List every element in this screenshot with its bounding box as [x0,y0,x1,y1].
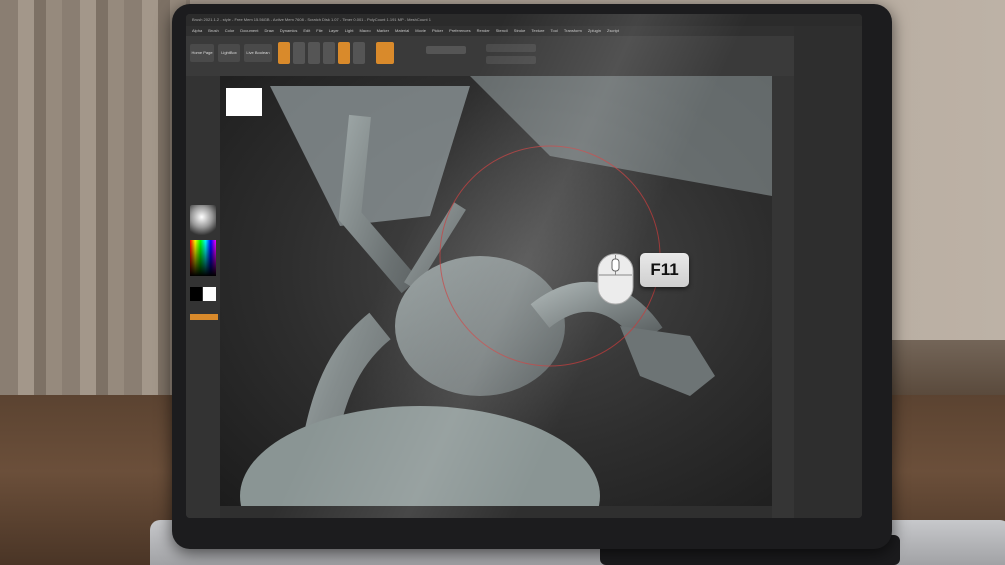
menu-item-preferences[interactable]: Preferences [449,26,471,36]
menu-item-alpha[interactable]: Alpha [192,26,202,36]
menu-item-light[interactable]: Light [345,26,354,36]
menu-item-picker[interactable]: Picker [432,26,443,36]
menu-item-material[interactable]: Material [395,26,409,36]
laptop-screen: Brush 2021.1.2 - style - Free Mem 15.56G… [186,14,862,518]
rgb-intensity-slider[interactable] [426,46,466,54]
primary-color-swatch[interactable] [190,287,202,301]
rock-base [240,406,600,506]
menu-item-stroke[interactable]: Stroke [514,26,526,36]
alpha-thumbnail [226,88,262,116]
live-boolean-button[interactable]: Live Boolean [244,44,272,62]
color-picker-shade [190,240,216,276]
bottom-shelf [220,506,772,518]
dragon-body [395,256,565,396]
home-page-button[interactable]: Home Page [190,44,214,62]
mouse-icon [597,253,634,305]
draw-size-slider[interactable] [486,56,536,64]
menu-item-transform[interactable]: Transform [564,26,582,36]
wing-membrane [270,86,470,226]
zadd-toggle[interactable] [376,42,394,64]
rotate-mode-icon[interactable] [338,42,350,64]
dragon-head [620,326,715,396]
menu-item-tool[interactable]: Tool [550,26,557,36]
switch-color-button[interactable] [190,314,218,320]
viewport-canvas[interactable] [220,76,772,506]
gizmo-icon[interactable] [353,42,365,64]
menu-item-draw[interactable]: Draw [264,26,273,36]
menu-bar: Alpha Brush Color Document Draw Dynamics Edit F… [186,26,862,36]
menu-item-brush[interactable]: Brush [208,26,218,36]
menu-item-document[interactable]: Document [240,26,258,36]
menu-item-layer[interactable]: Layer [329,26,339,36]
menu-item-stencil[interactable]: Stencil [496,26,508,36]
menu-item-color[interactable]: Color [225,26,235,36]
material-swatch[interactable] [190,205,216,235]
lightbox-button[interactable]: LightBox [218,44,240,62]
photo-scene: Brush 2021.1.2 - style - Free Mem 15.56G… [0,0,1005,565]
menu-item-marker[interactable]: Marker [377,26,389,36]
wing-membrane-right [470,76,772,196]
move-mode-icon[interactable] [308,42,320,64]
app-title-bar: Brush 2021.1.2 - style - Free Mem 15.56G… [186,14,862,26]
menu-item-render[interactable]: Render [477,26,490,36]
menu-item-macro[interactable]: Macro [359,26,370,36]
f11-key-badge: F11 [640,253,689,287]
menu-item-texture[interactable]: Texture [531,26,544,36]
menu-item-edit[interactable]: Edit [303,26,310,36]
menu-item-dynamics[interactable]: Dynamics [280,26,298,36]
menu-item-zplugin[interactable]: Zplugin [588,26,601,36]
menu-item-file[interactable]: File [316,26,322,36]
edit-mode-icon[interactable] [278,42,290,64]
scale-mode-icon[interactable] [323,42,335,64]
secondary-color-swatch[interactable] [203,287,216,301]
right-shelf [772,76,794,518]
menu-item-movie[interactable]: Movie [415,26,426,36]
focal-shift-slider[interactable] [486,44,536,52]
top-toolbar: Home Page LightBox Live Boolean [186,36,862,77]
dragon-model [226,76,772,506]
tool-palette [794,26,862,518]
menu-item-zscript[interactable]: Zscript [607,26,619,36]
curtain [0,0,190,410]
draw-mode-icon[interactable] [293,42,305,64]
